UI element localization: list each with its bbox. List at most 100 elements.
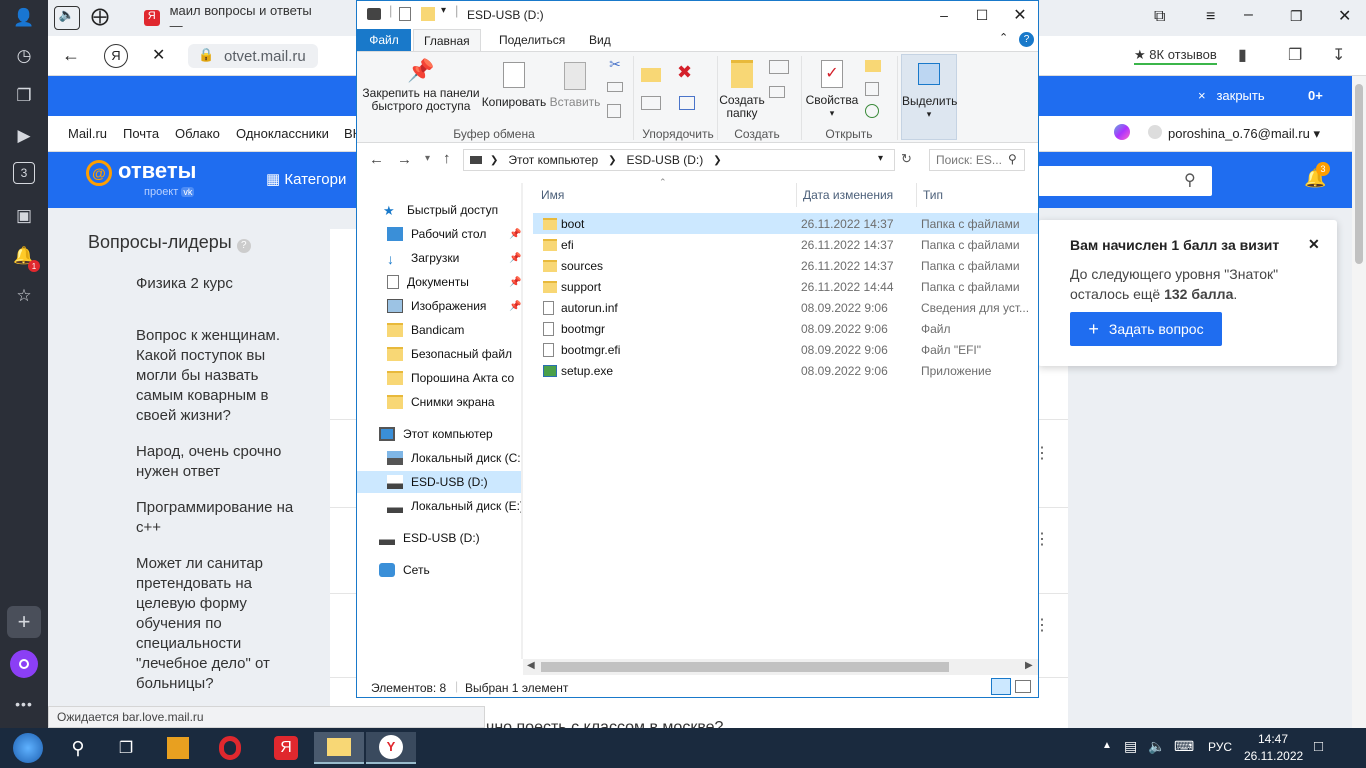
user-email[interactable]: poroshina_o.76@mail.ru ▾: [1168, 126, 1320, 142]
downloads-icon[interactable]: ↧: [1332, 45, 1345, 65]
details-view-icon[interactable]: [991, 678, 1011, 695]
tab-file[interactable]: Файл: [357, 29, 411, 51]
nav-pochta[interactable]: Почта: [123, 126, 159, 141]
search-input[interactable]: ⚲: [1038, 166, 1212, 196]
tab-count-icon[interactable]: 3: [13, 162, 35, 184]
action-center-icon[interactable]: □: [1314, 738, 1323, 755]
new-tab-group-icon[interactable]: ⨁: [88, 6, 112, 30]
nav-quick-access[interactable]: ★ Быстрый доступ: [383, 199, 498, 221]
edit-icon[interactable]: [865, 82, 879, 96]
restore-icon[interactable]: ❐: [1290, 8, 1303, 25]
leader-question[interactable]: Вопрос к женщинам. Какой поступок вы мог…: [136, 326, 306, 426]
media-player-icon[interactable]: [154, 732, 202, 764]
copy-button[interactable]: Копировать: [481, 62, 547, 109]
leader-question[interactable]: Народ, очень срочно нужен ответ: [136, 442, 306, 482]
nav-usb-d-selected[interactable]: ESD-USB (D:): [357, 471, 521, 493]
close-icon[interactable]: ✕: [1308, 236, 1320, 253]
file-row[interactable]: bootmgr 08.09.2022 9:06 Файл: [533, 318, 1038, 339]
new-folder-button[interactable]: Создать папку: [719, 60, 765, 120]
paste-button[interactable]: Вставить: [549, 62, 601, 109]
minimize-button[interactable]: –: [925, 1, 963, 29]
nav-folder[interactable]: Bandicam: [387, 319, 464, 341]
bookmarks-panel-icon[interactable]: ⧉: [1154, 8, 1165, 26]
collections-icon[interactable]: ❐: [10, 82, 38, 110]
nav-downloads[interactable]: ↓ Загрузки 📌: [387, 247, 521, 269]
nav-pictures[interactable]: Изображения 📌: [387, 295, 521, 317]
search-input[interactable]: Поиск: ES... ⚲: [929, 149, 1025, 171]
extensions-icon[interactable]: ❐: [1288, 45, 1302, 65]
nav-folder[interactable]: Безопасный файл: [387, 343, 512, 365]
rename-icon[interactable]: [679, 96, 695, 110]
leader-question[interactable]: Физика 2 курс: [136, 274, 306, 294]
start-button[interactable]: [4, 732, 52, 764]
task-view-icon[interactable]: ❐: [102, 732, 150, 764]
collapse-ribbon-icon[interactable]: ⌃: [999, 31, 1008, 44]
nav-network[interactable]: Сеть: [379, 559, 430, 581]
refresh-icon[interactable]: ↻: [901, 151, 912, 167]
clock-date[interactable]: 26.11.2022: [1244, 749, 1303, 763]
volume-icon[interactable]: 🔈: [1148, 738, 1165, 755]
address-path[interactable]: ❯ Этот компьютер ❯ ESD-USB (D:) ❯ ▾: [463, 149, 895, 171]
tab-home[interactable]: Главная: [413, 29, 481, 52]
close-button[interactable]: ✕: [1001, 1, 1039, 29]
pin-button[interactable]: 📌 Закрепить на панели быстрого доступа: [361, 60, 481, 113]
star-icon[interactable]: ☆: [10, 282, 38, 310]
scroll-right-icon[interactable]: ▶: [1025, 660, 1033, 671]
nav-disk-e[interactable]: Локальный диск (E:): [387, 495, 521, 517]
add-panel-icon[interactable]: +: [7, 606, 41, 638]
categories-button[interactable]: ▦ Категори: [266, 170, 346, 188]
search-icon[interactable]: ⚲: [54, 732, 102, 764]
forward-icon[interactable]: →: [397, 151, 412, 168]
maximize-button[interactable]: ☐: [963, 1, 1001, 29]
scroll-left-icon[interactable]: ◀: [527, 660, 535, 671]
search-icon[interactable]: ⚲: [1184, 170, 1196, 190]
more-icon[interactable]: •••: [10, 690, 38, 718]
recent-locations-icon[interactable]: ▾: [425, 153, 430, 164]
history-icon[interactable]: ◷: [10, 42, 38, 70]
bookmark-icon[interactable]: ▮: [1238, 45, 1247, 65]
otvet-logo-icon[interactable]: @: [86, 160, 112, 186]
yandex-icon[interactable]: Я: [262, 732, 310, 764]
sound-icon[interactable]: 🔈: [54, 6, 80, 30]
keyboard-icon[interactable]: ⌨: [1174, 738, 1194, 755]
tab-mail-answers[interactable]: Я маил вопросы и ответы —: [134, 3, 334, 33]
leader-question[interactable]: Программирование на с++: [136, 498, 306, 538]
select-button[interactable]: Выделить ▾: [901, 54, 957, 140]
opera-icon[interactable]: [206, 732, 254, 764]
file-row-selected[interactable]: boot 26.11.2022 14:37 Папка с файлами: [533, 213, 1038, 234]
breadcrumb-drive[interactable]: ESD-USB (D:): [627, 153, 704, 167]
column-date[interactable]: Дата изменения: [797, 183, 917, 207]
file-row[interactable]: efi 26.11.2022 14:37 Папка с файлами: [533, 234, 1038, 255]
menu-icon[interactable]: ≡: [1206, 8, 1215, 26]
assistant-icon[interactable]: [1114, 124, 1130, 140]
back-icon[interactable]: ←: [62, 45, 80, 66]
video-icon[interactable]: ▶: [10, 122, 38, 150]
breadcrumb-computer[interactable]: Этот компьютер: [508, 153, 598, 167]
page-scrollbar[interactable]: [1352, 76, 1366, 728]
file-row[interactable]: autorun.inf 08.09.2022 9:06 Сведения для у…: [533, 297, 1038, 318]
reviews-badge[interactable]: ★ 8К отзывов: [1134, 47, 1217, 65]
nav-documents[interactable]: Документы 📌: [387, 271, 521, 293]
open-icon[interactable]: [865, 60, 881, 72]
new-item-icon[interactable]: [769, 60, 789, 74]
up-icon[interactable]: ↑: [443, 150, 451, 167]
easy-access-icon[interactable]: [769, 86, 785, 98]
help-icon[interactable]: ?: [1019, 32, 1034, 47]
horizontal-scrollbar[interactable]: ◀ ▶: [523, 659, 1038, 675]
path-dropdown-icon[interactable]: ▾: [878, 153, 883, 164]
file-row[interactable]: sources 26.11.2022 14:37 Папка с файлами: [533, 255, 1038, 276]
minimize-icon[interactable]: –: [1244, 6, 1253, 24]
copy-path-icon[interactable]: [607, 82, 623, 92]
file-row[interactable]: support 26.11.2022 14:44 Папка с файлами: [533, 276, 1038, 297]
question-title[interactable]: чно поесть с классом в москве?: [486, 719, 723, 728]
stop-loading-icon[interactable]: ✕: [152, 45, 165, 65]
tab-view[interactable]: Вид: [579, 29, 621, 51]
close-icon[interactable]: ✕: [1338, 6, 1351, 26]
large-icons-view-icon[interactable]: [1015, 680, 1031, 693]
alice-icon[interactable]: [10, 650, 38, 678]
properties-quick-icon[interactable]: [399, 7, 411, 21]
ask-question-button[interactable]: + Задать вопрос: [1070, 312, 1222, 346]
nav-usb-d[interactable]: ESD-USB (D:): [379, 527, 480, 549]
paste-shortcut-icon[interactable]: [607, 104, 621, 118]
copy-to-icon[interactable]: [641, 96, 661, 110]
